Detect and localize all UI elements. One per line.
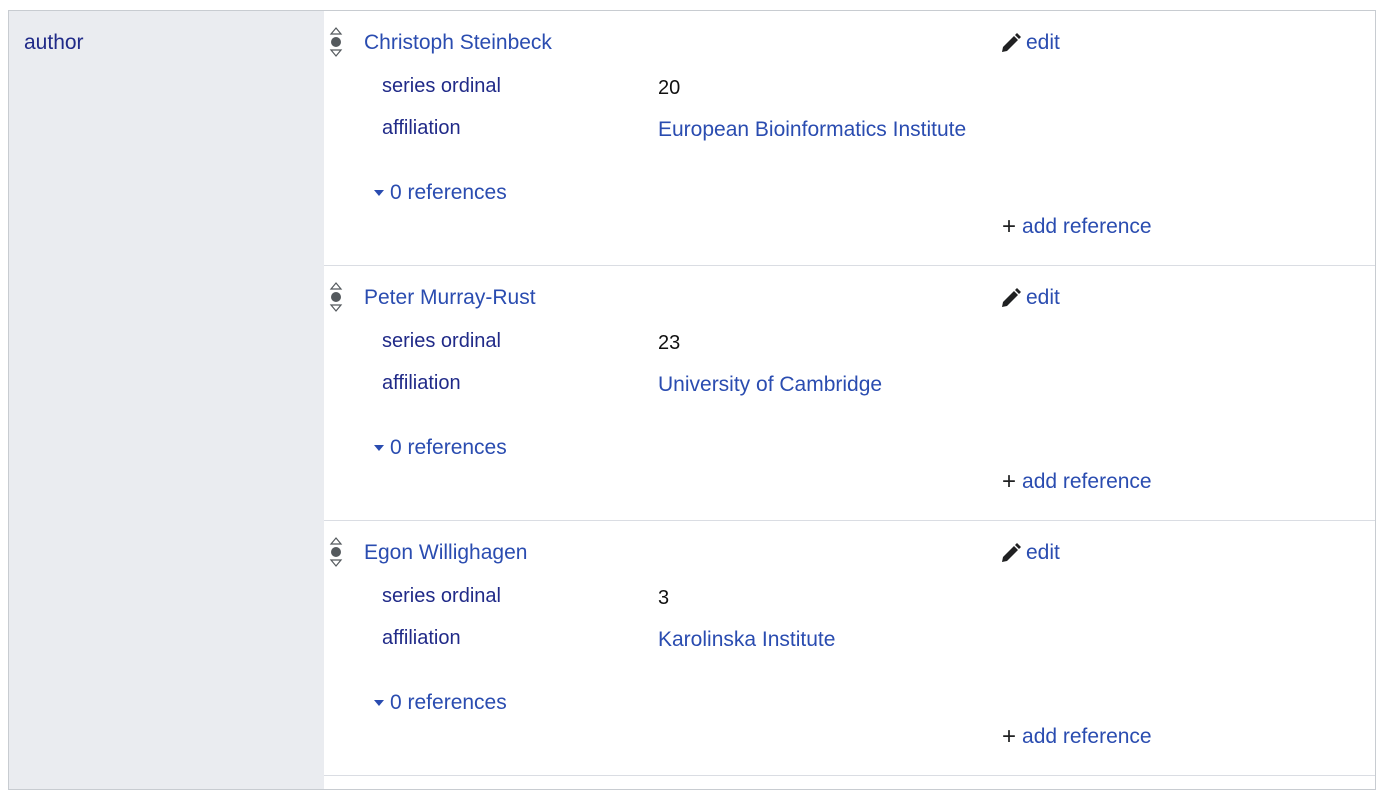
qualifier-value-affiliation[interactable]: Karolinska Institute (658, 628, 835, 652)
pencil-icon (1002, 288, 1021, 307)
statement-value-link[interactable]: Egon Willighagen (364, 541, 527, 565)
qualifier-value-series-ordinal: 23 (658, 332, 681, 354)
add-reference-label: add reference (1022, 725, 1152, 748)
add-reference-label: add reference (1022, 470, 1152, 493)
qualifier-value-affiliation[interactable]: European Bioinformatics Institute (658, 118, 966, 142)
plus-icon: + (1002, 468, 1017, 495)
references-toggle[interactable]: 0 references (374, 181, 507, 205)
caret-down-icon (374, 190, 384, 196)
rank-normal-icon[interactable] (329, 27, 343, 57)
statement: Egon Willighagen edit series ordinal 3 a… (324, 521, 1375, 776)
edit-button[interactable]: edit (1000, 31, 1060, 55)
caret-down-icon (374, 445, 384, 451)
qualifier-property-series-ordinal[interactable]: series ordinal (382, 330, 501, 353)
references-toggle[interactable]: 0 references (374, 691, 507, 715)
edit-label: edit (1026, 31, 1060, 54)
add-reference-button[interactable]: + add reference (1002, 725, 1152, 749)
statement-value-link[interactable]: Peter Murray-Rust (364, 286, 536, 310)
caret-down-icon (374, 700, 384, 706)
qualifier-property-series-ordinal[interactable]: series ordinal (382, 585, 501, 608)
statement: Christoph Steinbeck edit series ordinal … (324, 11, 1375, 266)
property-column: author (9, 11, 324, 789)
pencil-icon (1002, 543, 1021, 562)
add-reference-label: add reference (1022, 215, 1152, 238)
rank-normal-icon[interactable] (329, 537, 343, 567)
references-toggle[interactable]: 0 references (374, 436, 507, 460)
qualifier-property-affiliation[interactable]: affiliation (382, 372, 461, 395)
statement-group: author Christoph Steinbeck edit series o… (8, 10, 1376, 790)
qualifier-value-series-ordinal: 3 (658, 587, 670, 609)
pencil-icon (1002, 33, 1021, 52)
qualifier-property-affiliation[interactable]: affiliation (382, 117, 461, 140)
edit-button[interactable]: edit (1000, 541, 1060, 565)
edit-button[interactable]: edit (1000, 286, 1060, 310)
statement: Peter Murray-Rust edit series ordinal 23… (324, 266, 1375, 521)
edit-label: edit (1026, 541, 1060, 564)
references-count-label: 0 references (390, 436, 507, 459)
statement-list: Christoph Steinbeck edit series ordinal … (324, 11, 1375, 789)
plus-icon: + (1002, 213, 1017, 240)
rank-normal-icon[interactable] (329, 282, 343, 312)
add-reference-button[interactable]: + add reference (1002, 470, 1152, 494)
qualifier-property-series-ordinal[interactable]: series ordinal (382, 75, 501, 98)
statement-value-link[interactable]: Christoph Steinbeck (364, 31, 552, 55)
qualifier-property-affiliation[interactable]: affiliation (382, 627, 461, 650)
references-count-label: 0 references (390, 691, 507, 714)
plus-icon: + (1002, 723, 1017, 750)
references-count-label: 0 references (390, 181, 507, 204)
property-label-author[interactable]: author (24, 31, 84, 55)
qualifier-value-series-ordinal: 20 (658, 77, 681, 99)
edit-label: edit (1026, 286, 1060, 309)
qualifier-value-affiliation[interactable]: University of Cambridge (658, 373, 882, 397)
add-reference-button[interactable]: + add reference (1002, 215, 1152, 239)
